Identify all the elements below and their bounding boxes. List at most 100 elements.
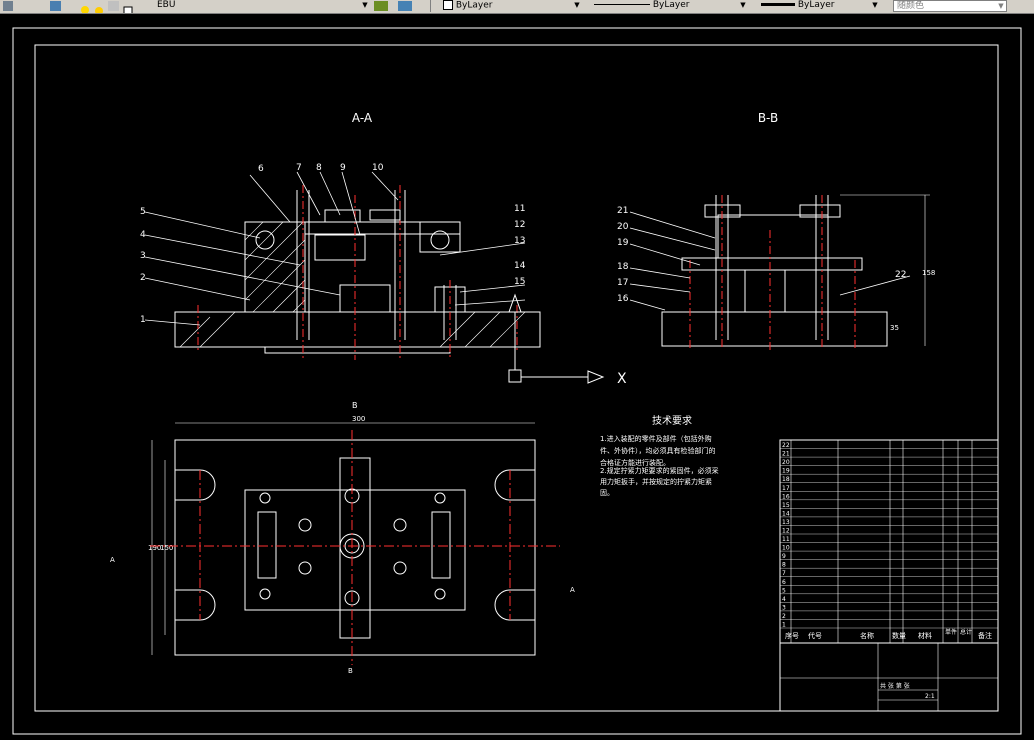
balloon-13: 13: [514, 236, 525, 246]
chevron-down-icon[interactable]: ▼: [870, 0, 880, 10]
balloon-8: 8: [316, 163, 322, 173]
bom-row-number: 13: [782, 519, 790, 526]
bom-row-number: 4: [782, 596, 786, 603]
ucs-x-label: X: [617, 371, 627, 387]
bom-row-number: 2: [782, 613, 786, 620]
bom-row-number: 20: [782, 459, 790, 466]
layer-name: EBU: [157, 0, 176, 10]
bom-row-number: 18: [782, 476, 790, 483]
balloon-22: 22: [895, 270, 906, 280]
balloon-3: 3: [140, 251, 146, 261]
balloon-4: 4: [140, 230, 146, 240]
bom-row-number: 16: [782, 493, 790, 500]
bom-row-number: 6: [782, 579, 786, 586]
color-value: ByLayer: [455, 0, 493, 11]
section-aa-title: A-A: [352, 111, 373, 125]
center-lines: [197, 185, 518, 360]
layer-manager-icon[interactable]: [3, 1, 13, 11]
bom-row-number: 22: [782, 442, 790, 449]
dim-height-150: 150: [160, 544, 173, 552]
bb-base-plate: [661, 311, 888, 347]
bom-row-number: 8: [782, 562, 786, 569]
layer-previous-icon[interactable]: [398, 1, 412, 11]
balloon-17: 17: [617, 278, 628, 288]
bb-dim-base: 35: [890, 324, 899, 332]
bom-row-number: 5: [782, 587, 786, 594]
balloon-14: 14: [514, 261, 526, 271]
bom-row-number: 10: [782, 545, 790, 552]
title-block: 22212019181716151413121110987654321 序号 代…: [779, 439, 999, 712]
bom-row-number: 3: [782, 604, 786, 611]
section-bb-view: B-B 158 35 21 20 19 18 17 16 22: [617, 111, 935, 350]
view-label-b-bottom: B: [348, 667, 353, 675]
bom-header-1: 代号: [808, 631, 822, 640]
drawing-canvas[interactable]: A-A 6 5 4 3 2 1 7 8 9 10 11 12 13 14 15 …: [0, 14, 1034, 740]
balloon-5: 5: [140, 207, 146, 217]
chevron-down-icon[interactable]: ▼: [360, 0, 370, 10]
top-view: B 300 190 150 A A B: [110, 401, 575, 675]
chevron-down-icon[interactable]: ▼: [572, 0, 582, 10]
balloon-21: 21: [617, 206, 628, 216]
bom-header-5: 单件: [945, 628, 957, 636]
base-foot: [264, 346, 451, 354]
section-aa-view: A-A 6 5 4 3 2 1 7 8 9 10 11 12 13 14 15 …: [140, 111, 627, 387]
bom-header-4: 材料: [918, 631, 932, 640]
bom-row-number: 19: [782, 468, 790, 475]
color-dropdown[interactable]: ByLayer ▼: [440, 0, 582, 12]
bom-header-2: 名称: [860, 631, 874, 640]
balloon-9: 9: [340, 163, 346, 173]
sheet-label: 共 张 第 张: [880, 682, 910, 690]
lineweight-dropdown[interactable]: ByLayer ▼: [758, 0, 880, 12]
lightbulb-icon[interactable]: [80, 1, 91, 13]
top-view-title: B: [352, 401, 358, 410]
bom-header-3: 数量: [892, 631, 906, 640]
bom-row-number: 14: [782, 510, 790, 517]
tech-requirements: 技术要求 1.进入装配的零件及部件（包括外购 件、外协件），均必须具有检验部门的…: [600, 414, 719, 497]
color-swatch-icon: [443, 0, 453, 10]
plotstyle-dropdown[interactable]: 随颜色 ▼: [893, 0, 1007, 12]
balloon-10: 10: [372, 163, 384, 173]
view-label-a-right: A: [570, 586, 575, 594]
sun-icon[interactable]: [94, 1, 105, 13]
balloon-2: 2: [140, 273, 146, 283]
linetype-preview: [594, 4, 650, 5]
left-support-block: [244, 221, 306, 313]
layer-dropdown[interactable]: EBU ▼: [138, 0, 370, 12]
lock-icon[interactable]: [108, 1, 119, 11]
bom-row-number: 11: [782, 536, 790, 543]
ucs-icon: [508, 293, 605, 384]
tech-line-6: 固。: [600, 489, 614, 497]
chevron-down-icon[interactable]: ▼: [738, 0, 748, 10]
balloon-12: 12: [514, 220, 525, 230]
top-center-lines: [150, 430, 560, 665]
lineweight-preview: [761, 3, 795, 6]
balloon-1: 1: [140, 315, 146, 325]
linetype-dropdown[interactable]: ByLayer ▼: [591, 0, 748, 12]
color-square-icon[interactable]: [123, 1, 134, 13]
section-bb-title: B-B: [758, 111, 778, 125]
bb-center-lines: [689, 195, 856, 350]
balloon-7: 7: [296, 163, 302, 173]
tech-line-4: 2.规定拧紧力矩要求的紧固件，必须采: [600, 466, 719, 475]
bom-row-number: 7: [782, 570, 786, 577]
bom-row-number: 15: [782, 502, 790, 509]
chevron-down-icon[interactable]: ▼: [996, 1, 1006, 11]
bom-row-number: 17: [782, 485, 790, 492]
balloon-16: 16: [617, 294, 629, 304]
balloon-20: 20: [617, 222, 629, 232]
linetype-value: ByLayer: [652, 0, 690, 10]
layer-states-icon[interactable]: [50, 1, 61, 11]
lineweight-value: ByLayer: [797, 0, 835, 10]
scale-value: 2:1: [925, 693, 935, 700]
studs: [296, 190, 457, 340]
bom-row-number: 9: [782, 553, 786, 560]
plotstyle-value: 随颜色: [897, 1, 925, 11]
tech-line-2: 件、外协件），均必须具有检验部门的: [600, 446, 716, 455]
make-current-layer-icon[interactable]: [374, 1, 388, 11]
slots: [175, 469, 535, 621]
view-label-a-left: A: [110, 556, 115, 564]
tech-title: 技术要求: [652, 414, 692, 427]
bom-header-0: 序号: [785, 631, 799, 640]
properties-toolbar: EBU ▼ ByLayer ▼ ByLayer ▼ ByLayer ▼ 随颜色 …: [0, 0, 1034, 14]
bom-header-7: 备注: [978, 631, 992, 640]
